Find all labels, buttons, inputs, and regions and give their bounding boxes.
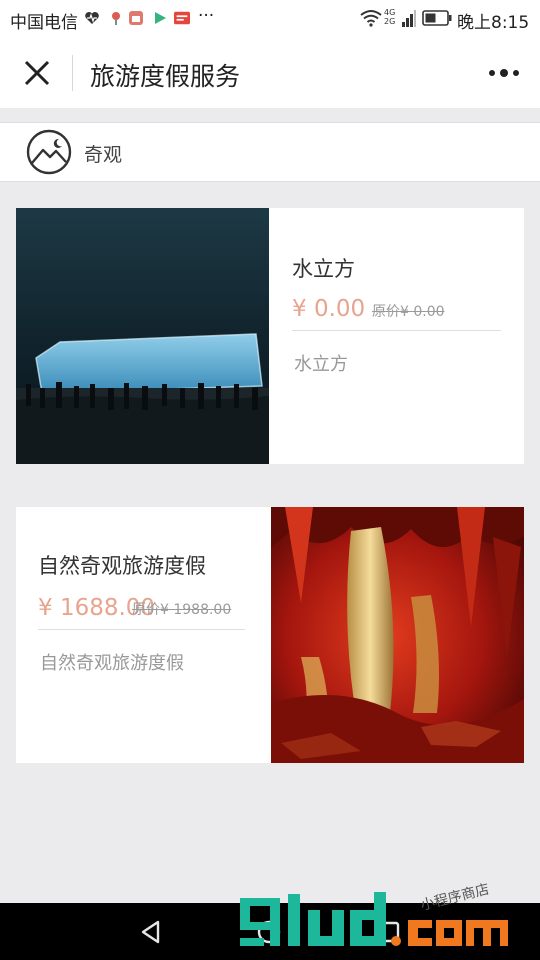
map-pin-icon bbox=[112, 12, 120, 25]
network-type-label: 4G 2G bbox=[384, 8, 396, 26]
more-icon[interactable] bbox=[484, 63, 524, 83]
nav-bar: 旅游度假服务 bbox=[0, 38, 540, 108]
shop-name: 奇观 bbox=[84, 144, 123, 166]
signal-icon bbox=[402, 10, 416, 27]
water-cube-photo bbox=[16, 208, 269, 464]
product-card-nature-wonders[interactable]: 自然奇观旅游度假 ¥ 1688.00 原价¥ 1988.00 自然奇观旅游度假 bbox=[16, 507, 524, 763]
page-title: 旅游度假服务 bbox=[90, 62, 241, 91]
clock-label: 晚上8:15 bbox=[457, 13, 530, 33]
water-cube-night-photo bbox=[16, 208, 269, 464]
product-price: ¥ 0.00 bbox=[292, 296, 366, 322]
product-card-water-cube[interactable]: 水立方 ¥ 0.00 原价¥ 0.00 水立方 bbox=[16, 208, 524, 464]
product-divider bbox=[292, 330, 501, 331]
overflow-indicator: ··· bbox=[198, 6, 215, 26]
close-icon[interactable] bbox=[20, 56, 54, 90]
nav-divider bbox=[72, 55, 73, 91]
cave-photo bbox=[271, 507, 524, 763]
mountain-moon-icon bbox=[26, 129, 72, 175]
play-store-icon bbox=[155, 12, 166, 24]
product-description: 水立方 bbox=[294, 354, 348, 375]
product-divider bbox=[38, 629, 245, 630]
news-app-icon bbox=[174, 11, 190, 25]
product-title: 自然奇观旅游度假 bbox=[38, 554, 206, 578]
heart-rate-icon bbox=[85, 12, 99, 24]
carrier-label: 中国电信 bbox=[10, 13, 78, 33]
status-bar: 中国电信 ··· 4G 2G 晚上8:15 bbox=[0, 0, 540, 38]
shop-header[interactable]: 奇观 bbox=[0, 122, 540, 182]
product-description: 自然奇观旅游度假 bbox=[40, 653, 184, 674]
app-notification-icon bbox=[129, 11, 143, 25]
product-original-price: 原价¥ 0.00 bbox=[372, 304, 445, 320]
wifi-icon bbox=[360, 10, 382, 27]
karst-cave-photo bbox=[271, 507, 524, 763]
watermark-tagline: 小程序商店 bbox=[419, 881, 491, 913]
product-original-price: 原价¥ 1988.00 bbox=[132, 602, 232, 618]
product-title: 水立方 bbox=[292, 257, 355, 281]
battery-icon bbox=[422, 10, 452, 26]
site-watermark-logo: 小程序商店 bbox=[240, 881, 508, 946]
back-nav-icon[interactable] bbox=[138, 919, 164, 945]
